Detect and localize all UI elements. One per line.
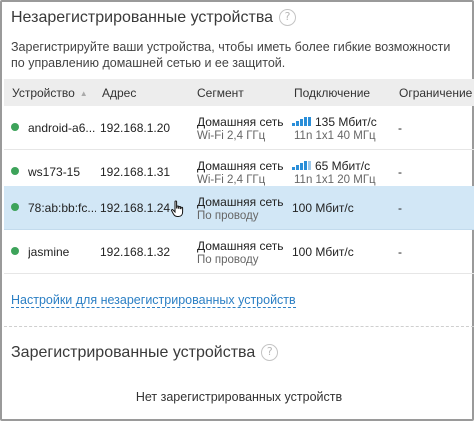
device-segment: Домашняя сеть	[197, 159, 284, 173]
status-online-dot	[11, 123, 19, 131]
device-limit[interactable]: -	[398, 245, 402, 259]
window-frame: Незарегистрированные устройства? Зарегис…	[0, 0, 474, 421]
registered-section-title: Зарегистрированные устройства?	[11, 344, 279, 362]
wifi-signal-icon	[292, 161, 312, 170]
device-segment: Домашняя сеть	[197, 115, 284, 129]
device-speed: 135 Мбит/с	[315, 115, 377, 129]
column-segment[interactable]: Сегмент	[197, 86, 244, 100]
devices-table-header: Устройство ▲ Адрес Сегмент Подключение Ог…	[4, 79, 474, 106]
device-segment-type: Wi-Fi 2,4 ГГц	[197, 174, 266, 186]
device-segment: Домашняя сеть	[197, 195, 284, 209]
sort-asc-icon[interactable]: ▲	[80, 89, 88, 98]
device-segment-type: Wi-Fi 2,4 ГГц	[197, 130, 266, 142]
unregistered-title-text: Незарегистрированные устройства	[11, 9, 274, 26]
registered-title-text: Зарегистрированные устройства	[11, 344, 256, 361]
device-wifi-mode: 11n 1x1 20 МГц	[294, 174, 376, 186]
device-speed: 100 Мбит/с	[292, 245, 354, 259]
table-row[interactable]: android-a6... 192.168.1.20 Домашняя сеть…	[4, 106, 474, 150]
device-address: 192.168.1.20	[100, 121, 171, 135]
device-segment-type: По проводу	[197, 210, 259, 222]
device-name[interactable]: jasmine	[28, 245, 96, 259]
unregistered-section-title: Незарегистрированные устройства?	[11, 9, 297, 27]
unregistered-description: Зарегистрируйте ваши устройства, чтобы и…	[11, 40, 451, 70]
device-limit[interactable]: -	[398, 121, 402, 135]
column-device[interactable]: Устройство ▲	[12, 86, 88, 100]
column-address[interactable]: Адрес	[102, 86, 136, 100]
device-address: 192.168.1.32	[100, 245, 171, 259]
table-row-hovered[interactable]: 78:ab:bb:fc... 192.168.1.24 Домашняя сет…	[4, 186, 474, 230]
device-wifi-mode: 11n 1x1 40 МГц	[294, 130, 376, 142]
device-speed: 100 Мбит/с	[292, 201, 354, 215]
column-limit[interactable]: Ограничение	[399, 86, 472, 100]
device-address: 192.168.1.31	[100, 165, 171, 179]
registered-empty-state: Нет зарегистрированных устройств	[135, 390, 343, 404]
device-limit[interactable]: -	[398, 201, 402, 215]
device-connection: 65 Мбит/с	[292, 159, 370, 173]
device-name[interactable]: ws173-15	[28, 165, 96, 179]
device-connection: 135 Мбит/с	[292, 115, 377, 129]
help-icon[interactable]: ?	[261, 344, 279, 361]
help-icon[interactable]: ?	[279, 9, 297, 26]
status-online-dot	[11, 247, 19, 255]
table-row[interactable]: jasmine 192.168.1.32 Домашняя сеть По пр…	[4, 230, 474, 274]
column-device-label: Устройство	[12, 86, 75, 100]
device-address: 192.168.1.24	[100, 201, 171, 215]
column-connection[interactable]: Подключение	[294, 86, 370, 100]
section-divider	[4, 326, 474, 327]
device-limit[interactable]: -	[398, 165, 402, 179]
device-segment: Домашняя сеть	[197, 239, 284, 253]
unregistered-settings-link[interactable]: Настройки для незарегистрированных устро…	[11, 293, 296, 308]
wifi-signal-icon	[292, 117, 312, 126]
status-online-dot	[11, 203, 19, 211]
device-segment-type: По проводу	[197, 254, 259, 266]
device-speed: 65 Мбит/с	[315, 159, 371, 173]
device-name[interactable]: 78:ab:bb:fc...	[28, 201, 96, 215]
status-online-dot	[11, 167, 19, 175]
hand-cursor-icon	[171, 200, 184, 217]
device-name[interactable]: android-a6...	[28, 121, 96, 135]
